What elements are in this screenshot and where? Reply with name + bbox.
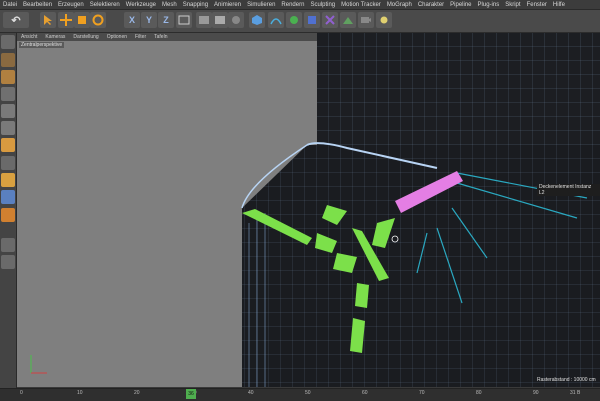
3d-viewport[interactable]: Ansicht Kameras Darstellung Optionen Fil… [17, 33, 600, 387]
timeline[interactable]: 0 10 20 30 40 50 60 70 80 90 36 31 B [0, 388, 600, 401]
menu-bar: Datei Bearbeiten Erzeugen Selektieren We… [0, 0, 600, 10]
axis-gizmo [30, 355, 47, 374]
menu-erzeugen[interactable]: Erzeugen [55, 2, 87, 8]
object-hover-label: Deckenelement Instanz L2 [537, 184, 600, 196]
menu-motion-tracker[interactable]: Motion Tracker [338, 2, 384, 8]
timeline-tick: 90 [533, 390, 539, 396]
render-settings-icon[interactable] [228, 12, 244, 28]
timeline-tick: 10 [77, 390, 83, 396]
timeline-tick: 60 [362, 390, 368, 396]
grid-spacing-label: Rasterabstand : 10000 cm [537, 377, 596, 383]
menu-pipeline[interactable]: Pipeline [447, 2, 474, 8]
points-mode-icon[interactable] [1, 104, 15, 118]
timeline-tick: 80 [476, 390, 482, 396]
axis-mode-icon[interactable] [1, 156, 15, 170]
menu-plugins[interactable]: Plug-ins [475, 2, 503, 8]
axis-x-button[interactable]: X [124, 12, 140, 28]
array-icon[interactable] [304, 12, 320, 28]
scale-tool-icon[interactable] [74, 12, 90, 28]
menu-werkzeuge[interactable]: Werkzeuge [123, 2, 159, 8]
playhead[interactable]: 36 [186, 389, 196, 399]
timeline-tick: 70 [419, 390, 425, 396]
make-editable-icon[interactable] [1, 35, 15, 49]
menu-hilfe[interactable]: Hilfe [550, 2, 568, 8]
workplane-icon[interactable] [1, 87, 15, 101]
model-mode-icon[interactable] [1, 53, 15, 67]
axis-z-button[interactable]: Z [158, 12, 174, 28]
timeline-tick: 0 [20, 390, 23, 396]
menu-charakter[interactable]: Charakter [415, 2, 447, 8]
menu-snapping[interactable]: Snapping [180, 2, 211, 8]
menu-bearbeiten[interactable]: Bearbeiten [20, 2, 55, 8]
timeline-end-label: 31 B [570, 390, 581, 396]
light-icon[interactable] [376, 12, 392, 28]
edges-mode-icon[interactable] [1, 121, 15, 135]
scene-icon[interactable] [340, 12, 356, 28]
layer-icon[interactable] [1, 255, 15, 269]
select-tool-icon[interactable] [40, 12, 56, 28]
main-toolbar: ↶ X Y Z [0, 10, 600, 33]
undo-button[interactable]: ↶ [3, 12, 29, 28]
menu-fenster[interactable]: Fenster [524, 2, 550, 8]
menu-sculpting[interactable]: Sculpting [307, 2, 338, 8]
texture-mode-icon[interactable] [1, 70, 15, 84]
menu-mograph[interactable]: MoGraph [384, 2, 415, 8]
render-view-icon[interactable] [196, 12, 212, 28]
polygons-mode-icon[interactable] [1, 138, 15, 152]
timeline-tick: 40 [248, 390, 254, 396]
menu-skript[interactable]: Skript [502, 2, 523, 8]
menu-animieren[interactable]: Animieren [211, 2, 244, 8]
wireframe-mesh [241, 33, 600, 387]
deformer-icon[interactable] [322, 12, 338, 28]
spline-icon[interactable] [268, 12, 284, 28]
menu-datei[interactable]: Datei [0, 2, 20, 8]
menu-rendern[interactable]: Rendern [278, 2, 307, 8]
menu-selektieren[interactable]: Selektieren [87, 2, 123, 8]
snap-icon[interactable] [1, 190, 15, 204]
lock-workplane-icon[interactable] [1, 238, 15, 252]
cube-primitive-icon[interactable] [249, 12, 265, 28]
solo-icon[interactable] [1, 208, 15, 222]
rotate-tool-icon[interactable] [90, 12, 106, 28]
tweak-mode-icon[interactable] [1, 173, 15, 187]
camera-icon[interactable] [358, 12, 374, 28]
menu-mesh[interactable]: Mesh [159, 2, 180, 8]
viewport-scene [30, 33, 600, 387]
axis-y-button[interactable]: Y [141, 12, 157, 28]
render-picture-viewer-icon[interactable] [212, 12, 228, 28]
left-tool-palette [0, 33, 17, 388]
nurbs-icon[interactable] [286, 12, 302, 28]
timeline-tick: 20 [134, 390, 140, 396]
move-tool-icon[interactable] [58, 12, 74, 28]
menu-simulieren[interactable]: Simulieren [244, 2, 278, 8]
timeline-tick: 50 [305, 390, 311, 396]
coordinate-system-icon[interactable] [176, 12, 192, 28]
